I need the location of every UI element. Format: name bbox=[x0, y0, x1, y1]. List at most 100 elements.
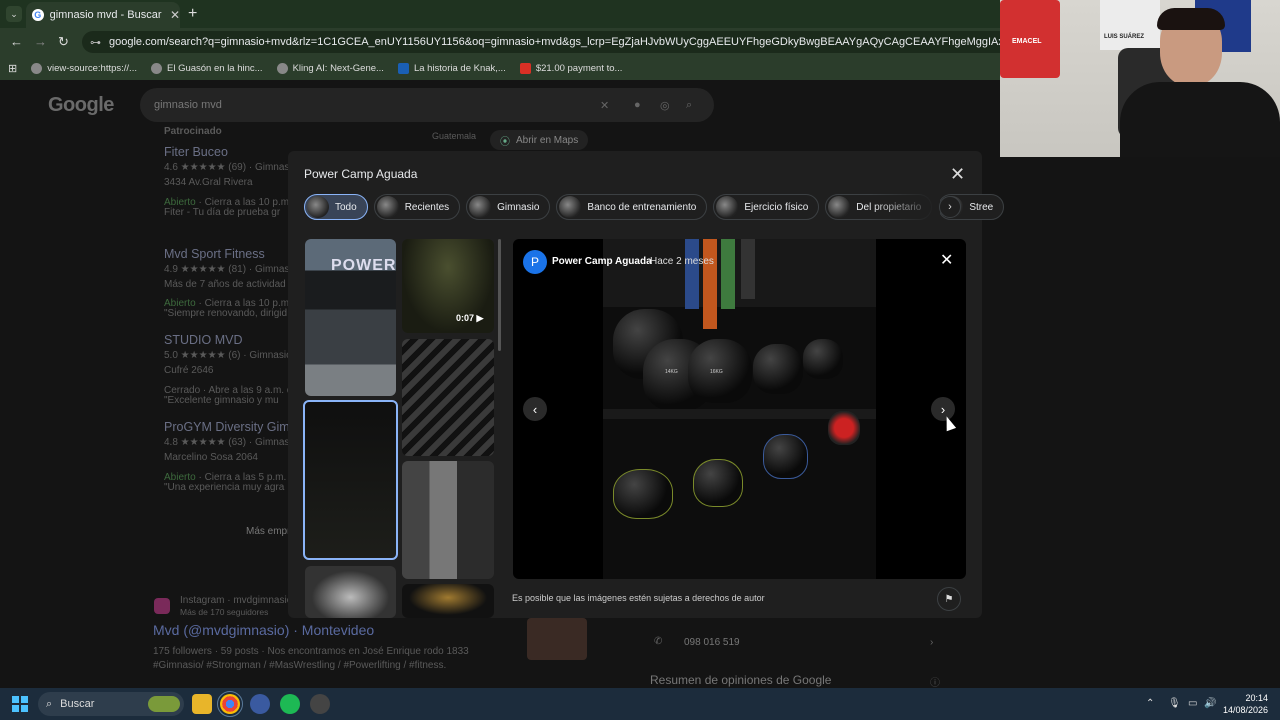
author-avatar[interactable]: P bbox=[523, 250, 547, 274]
result-rating: 4.9 ★★★★★ (81) · Gimnas bbox=[164, 264, 290, 275]
resistance-band bbox=[721, 239, 735, 309]
chip-banco[interactable]: Banco de entrenamiento bbox=[556, 194, 708, 220]
video-thumbnail[interactable]: 0:07 ▶ bbox=[402, 239, 494, 333]
kettlebell bbox=[753, 344, 803, 394]
chip-thumbnail bbox=[559, 196, 582, 218]
webcam-overlay: EMACEL LUIS SUÁREZ bbox=[1000, 0, 1280, 157]
result-snippet: "Excelente gimnasio y mu bbox=[164, 395, 279, 406]
slam-ball bbox=[828, 411, 860, 445]
chevron-right-icon[interactable]: › bbox=[930, 637, 933, 648]
obs-icon[interactable] bbox=[310, 694, 330, 714]
chip-todo[interactable]: Todo bbox=[304, 194, 368, 220]
tab-close-icon[interactable]: ✕ bbox=[170, 8, 180, 22]
instagram-thumbnail[interactable] bbox=[527, 618, 587, 660]
new-tab-icon[interactable]: + bbox=[188, 5, 197, 23]
author-name[interactable]: Power Camp Aguada bbox=[552, 256, 652, 267]
site-icon bbox=[397, 62, 409, 74]
thumbnail-sign: POWER bbox=[331, 257, 396, 274]
sponsored-label: Patrocinado bbox=[164, 126, 222, 137]
reload-icon[interactable]: ↻ bbox=[58, 34, 69, 50]
photo-thumbnail[interactable]: POWER bbox=[305, 239, 396, 396]
chips-fade bbox=[870, 194, 940, 220]
back-icon[interactable]: ← bbox=[10, 34, 23, 49]
dialog-title: Power Camp Aguada bbox=[304, 167, 418, 181]
photo-thumbnail-selected[interactable] bbox=[303, 400, 398, 560]
poster: LUIS SUÁREZ bbox=[1100, 0, 1160, 50]
gmail-icon bbox=[519, 62, 531, 74]
network-icon[interactable]: ▭ bbox=[1188, 698, 1197, 709]
windows-start-icon[interactable] bbox=[12, 696, 28, 712]
result-title[interactable]: Fiter Buceo bbox=[164, 145, 228, 159]
play-icon: ▶ bbox=[476, 313, 484, 323]
photo-thumbnail[interactable] bbox=[305, 566, 396, 618]
tab-title: gimnasio mvd - Buscar con Goo bbox=[49, 9, 164, 21]
mic-icon[interactable]: 🎙 bbox=[1168, 698, 1181, 709]
previous-photo-icon[interactable]: ‹ bbox=[523, 397, 547, 421]
phone-icon: ✆ bbox=[654, 636, 663, 647]
show-hidden-icons-icon[interactable]: ⌃ bbox=[1146, 698, 1154, 709]
lens-icon[interactable]: ◎ bbox=[660, 99, 670, 112]
spotify-icon[interactable] bbox=[280, 694, 300, 714]
taskbar-search[interactable]: ⌕ Buscar bbox=[38, 692, 184, 716]
main-photo: 14KG 16KG bbox=[603, 239, 876, 579]
google-favicon-icon: G bbox=[32, 9, 44, 21]
bookmark-item[interactable]: view-source:https://... bbox=[31, 62, 137, 74]
app-icon[interactable] bbox=[250, 694, 270, 714]
chip-recientes[interactable]: Recientes bbox=[373, 194, 461, 220]
apps-icon[interactable]: ⊞ bbox=[8, 62, 17, 75]
report-flag-icon[interactable]: ⚑ bbox=[937, 587, 961, 611]
chip-ejercicio[interactable]: Ejercicio físico bbox=[713, 194, 820, 220]
slam-ball bbox=[763, 434, 808, 479]
viewer-close-icon[interactable]: ✕ bbox=[940, 250, 953, 270]
bookmark-item[interactable]: El Guasón en la hinc... bbox=[150, 62, 263, 74]
resistance-band bbox=[703, 239, 717, 329]
chip-thumbnail bbox=[307, 196, 329, 218]
person-shirt bbox=[1120, 82, 1280, 157]
file-explorer-icon[interactable] bbox=[192, 694, 212, 714]
map-pin-icon: ⦿ bbox=[500, 136, 510, 148]
result-title[interactable]: STUDIO MVD bbox=[164, 333, 242, 347]
chip-thumbnail bbox=[376, 196, 399, 218]
search-box[interactable]: gimnasio mvd ✕ ● ◎ ⌕ bbox=[140, 88, 714, 122]
dialog-close-icon[interactable]: ✕ bbox=[950, 164, 965, 185]
open-maps-button[interactable]: ⦿ Abrir en Maps bbox=[490, 130, 589, 150]
photo-thumbnail[interactable] bbox=[402, 339, 494, 456]
result-snippet: "Una experiencia muy agra bbox=[164, 482, 285, 493]
tab-search-icon[interactable]: ⌄ bbox=[6, 6, 22, 22]
reviews-title: Resumen de opiniones de Google bbox=[650, 673, 832, 687]
taskbar-clock[interactable]: 20:14 14/08/2026 bbox=[1222, 692, 1268, 716]
instagram-result-title[interactable]: Mvd (@mvdgimnasio) · Montevideo bbox=[153, 622, 374, 638]
clear-icon[interactable]: ✕ bbox=[600, 99, 609, 112]
chips-next-icon[interactable]: › bbox=[939, 196, 961, 218]
photo-thumbnail[interactable] bbox=[402, 461, 494, 579]
search-query: gimnasio mvd bbox=[154, 99, 222, 111]
photo-thumbnail[interactable] bbox=[402, 584, 494, 618]
bookmark-item[interactable]: La historia de Knak,... bbox=[397, 62, 506, 74]
more-businesses-button[interactable]: Más empr bbox=[246, 526, 290, 537]
site-info-icon[interactable]: ⊶ bbox=[90, 36, 101, 49]
result-rating: 4.8 ★★★★★ (63) · Gimnas bbox=[164, 437, 290, 448]
result-title[interactable]: ProGYM Diversity Gim... bbox=[164, 420, 300, 434]
thumbnails-scrollbar[interactable] bbox=[498, 239, 501, 351]
resistance-band bbox=[741, 239, 755, 299]
bookmark-item[interactable]: Kling AI: Next-Gene... bbox=[276, 62, 384, 74]
result-address: 3434 Av.Gral Rivera bbox=[164, 177, 253, 188]
search-icon[interactable]: ⌕ bbox=[686, 99, 692, 112]
google-logo[interactable]: Google bbox=[48, 94, 114, 117]
result-title[interactable]: Mvd Sport Fitness bbox=[164, 247, 265, 261]
kettlebell: 16KG bbox=[688, 339, 752, 403]
chip-gimnasio[interactable]: Gimnasio bbox=[466, 194, 551, 220]
chip-thumbnail bbox=[828, 196, 851, 218]
address-bar[interactable]: ⊶ google.com/search?q=gimnasio+mvd&rlz=1… bbox=[82, 31, 1000, 53]
info-icon[interactable]: ⓘ bbox=[930, 674, 940, 689]
slam-ball bbox=[613, 469, 673, 519]
forward-icon[interactable]: → bbox=[34, 34, 47, 49]
result-address: Cufré 2646 bbox=[164, 365, 214, 376]
volume-icon[interactable]: 🔊 bbox=[1204, 698, 1216, 709]
mic-icon[interactable]: ● bbox=[634, 99, 641, 111]
phone-number[interactable]: 098 016 519 bbox=[684, 637, 740, 648]
browser-tab[interactable]: G gimnasio mvd - Buscar con Goo ✕ bbox=[26, 2, 180, 28]
chrome-icon[interactable] bbox=[217, 691, 243, 717]
bookmark-item[interactable]: $21.00 payment to... bbox=[519, 62, 622, 74]
result-address: Más de 7 años de actividad · bbox=[164, 279, 292, 290]
